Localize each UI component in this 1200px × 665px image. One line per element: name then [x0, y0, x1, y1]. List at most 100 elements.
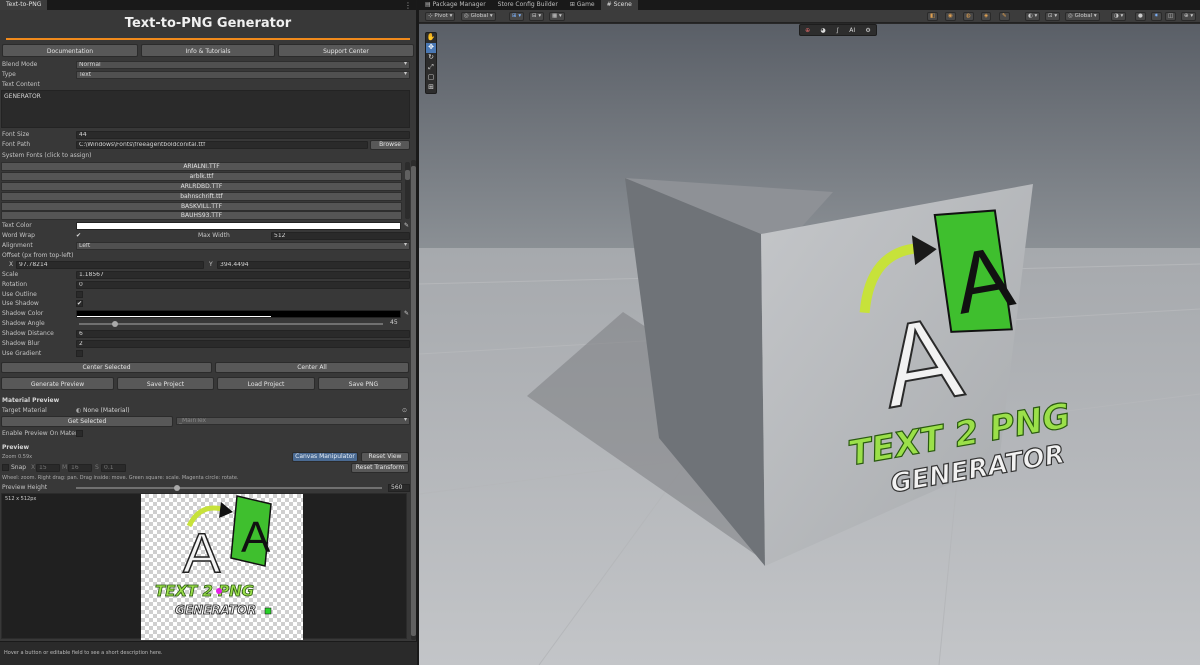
blend-mode-dropdown[interactable]: Normal: [76, 61, 410, 69]
move-tool-icon[interactable]: ✥: [426, 43, 436, 53]
canvas-manipulator-button[interactable]: Canvas Manipulator: [292, 452, 358, 462]
lighting-icon[interactable]: ◍: [963, 12, 974, 21]
shadow-distance-field[interactable]: 6: [76, 330, 410, 338]
enable-preview-checkbox[interactable]: [76, 430, 83, 437]
font-size-field[interactable]: 44: [76, 131, 410, 139]
scale-field[interactable]: 1.18567: [76, 271, 410, 279]
use-outline-checkbox[interactable]: [76, 291, 83, 298]
support-center-button[interactable]: Support Center: [278, 44, 414, 57]
font-item-arialni[interactable]: ARIALNI.TTF: [1, 162, 402, 171]
eyedropper-icon[interactable]: ✎: [404, 309, 409, 319]
scale-tool-icon[interactable]: ⤢: [426, 63, 436, 73]
global-dropdown-right[interactable]: ◎ Global ▾: [1065, 12, 1100, 21]
rotation-field[interactable]: 0: [76, 281, 410, 289]
camera-settings-icon[interactable]: ⊕ ▾: [1181, 12, 1197, 21]
font-size-row: Font Size 44: [0, 130, 410, 140]
scale-handle-icon[interactable]: [264, 607, 272, 615]
shadow-color-swatch[interactable]: [76, 310, 401, 318]
get-selected-button[interactable]: Get Selected: [1, 416, 173, 427]
render-icon[interactable]: ●: [1135, 12, 1146, 21]
fonts-scrollbar[interactable]: [405, 162, 410, 219]
preview-canvas[interactable]: 512 x 512px A A TEXT 2 PNG GENERATOR: [1, 493, 407, 640]
light-bulb-icon[interactable]: ✷: [1151, 12, 1162, 21]
info-tutorials-button[interactable]: Info & Tutorials: [141, 44, 275, 57]
max-width-field[interactable]: 512: [271, 232, 410, 240]
save-project-button[interactable]: Save Project: [117, 377, 214, 390]
snap-s-field[interactable]: 0.1: [101, 464, 126, 472]
tab-scene[interactable]: # Scene: [600, 0, 638, 10]
shadow-blur-field[interactable]: 2: [76, 340, 410, 348]
gizmos-icon[interactable]: ⊡ ▾: [1045, 12, 1061, 21]
panel-scroll-thumb[interactable]: [411, 166, 416, 636]
offset-x-field[interactable]: 97.78214: [16, 261, 204, 269]
texture-icon[interactable]: ⊕: [805, 27, 810, 34]
scene-viewport[interactable]: A A TEXT 2 PNG GENERATOR: [419, 24, 1200, 665]
text-content-textarea[interactable]: GENERATOR: [1, 90, 410, 128]
rotate-handle-icon[interactable]: [216, 588, 222, 594]
tab-package-manager[interactable]: ▤ Package Manager: [419, 0, 492, 10]
save-png-button[interactable]: Save PNG: [318, 377, 409, 390]
browse-button[interactable]: Browse: [370, 140, 410, 150]
shading-mode-icon[interactable]: ◑ ▾: [1111, 12, 1127, 21]
grid-visibility-icon[interactable]: ▦ ▾: [549, 12, 565, 21]
kebab-menu-icon[interactable]: ⋮: [404, 1, 412, 10]
type-dropdown[interactable]: Text: [76, 71, 410, 79]
transform-tool-icon[interactable]: ⊞: [426, 83, 436, 93]
tab-store-config-builder[interactable]: Store Config Builder: [492, 0, 564, 10]
text-color-swatch[interactable]: [76, 222, 401, 230]
eyedropper-icon[interactable]: ✎: [404, 221, 409, 231]
snap-checkbox[interactable]: [2, 464, 9, 471]
reset-transform-button[interactable]: Reset Transform: [351, 463, 409, 473]
shadow-angle-slider[interactable]: [79, 323, 383, 325]
ai-icon[interactable]: AI: [849, 27, 855, 34]
center-all-button[interactable]: Center All: [215, 362, 409, 373]
use-shadow-checkbox[interactable]: ✔: [76, 300, 83, 307]
curve-icon[interactable]: ∫: [836, 27, 839, 34]
preview-height-value[interactable]: 560: [388, 484, 410, 492]
maintex-dropdown[interactable]: _MainTex: [176, 417, 410, 425]
fonts-scroll-thumb[interactable]: [405, 170, 410, 180]
load-project-button[interactable]: Load Project: [217, 377, 315, 390]
sphere-icon[interactable]: ◕: [820, 27, 825, 34]
preview-height-slider[interactable]: [76, 487, 382, 489]
rect-tool-icon[interactable]: ▢: [426, 73, 436, 83]
font-item-arblk[interactable]: arblk.ttf: [1, 172, 402, 181]
tab-text-to-png[interactable]: Text-to-PNG: [0, 0, 48, 10]
settings-gear-icon[interactable]: ⚙: [865, 27, 870, 34]
shadow-angle-knob[interactable]: [112, 321, 119, 327]
snap-m-field[interactable]: 16: [68, 464, 92, 472]
audio-icon[interactable]: ◈: [981, 12, 992, 21]
draw-mode-icon[interactable]: ◧: [927, 12, 939, 21]
tab-game[interactable]: ⊞ Game: [564, 0, 601, 10]
hand-tool-icon[interactable]: ✋: [426, 33, 436, 43]
effects-icon[interactable]: ✎: [999, 12, 1010, 21]
font-item-arlrdbd[interactable]: ARLRDBD.TTF: [1, 182, 402, 191]
generate-preview-button[interactable]: Generate Preview: [1, 377, 114, 390]
global-dropdown[interactable]: ◎ Global ▾: [461, 12, 496, 21]
font-path-field[interactable]: C:\Windows\Fonts\freeagentboldconital.tt…: [76, 141, 368, 149]
font-item-bauhs93[interactable]: BAUHS93.TTF: [1, 211, 402, 220]
font-item-baskvill[interactable]: BASKVILL.TTF: [1, 202, 402, 211]
grid-snap-icon[interactable]: ⊞ ▾: [509, 12, 525, 21]
center-selected-button[interactable]: Center Selected: [1, 362, 212, 373]
panel-scrollbar[interactable]: [411, 160, 416, 640]
visibility-icon[interactable]: ◫: [1165, 12, 1177, 21]
offset-y-field[interactable]: 394.4494: [217, 261, 410, 269]
preview-image[interactable]: A A TEXT 2 PNG GENERATOR: [141, 494, 303, 640]
snap-x-field[interactable]: 15: [36, 464, 60, 472]
font-item-bahnschrift[interactable]: bahnschrift.ttf: [1, 192, 402, 201]
use-gradient-checkbox[interactable]: [76, 350, 83, 357]
documentation-button[interactable]: Documentation: [2, 44, 138, 57]
2d-toggle-icon[interactable]: ◉: [945, 12, 956, 21]
snap-increment-icon[interactable]: ⊟ ▾: [529, 12, 545, 21]
object-picker-icon[interactable]: ⊙: [402, 406, 407, 416]
shadow-angle-value[interactable]: 45: [388, 320, 410, 328]
alignment-dropdown[interactable]: Left: [76, 242, 410, 250]
word-wrap-checkbox[interactable]: ✔: [76, 231, 81, 241]
rotate-tool-icon[interactable]: ↻: [426, 53, 436, 63]
preview-height-knob[interactable]: [173, 485, 180, 491]
pivot-dropdown[interactable]: ⊹ Pivot ▾: [425, 12, 456, 21]
target-material-value[interactable]: None (Material): [83, 406, 130, 416]
reset-view-button[interactable]: Reset View: [361, 452, 409, 462]
hidden-objects-icon[interactable]: ◐ ▾: [1025, 12, 1041, 21]
